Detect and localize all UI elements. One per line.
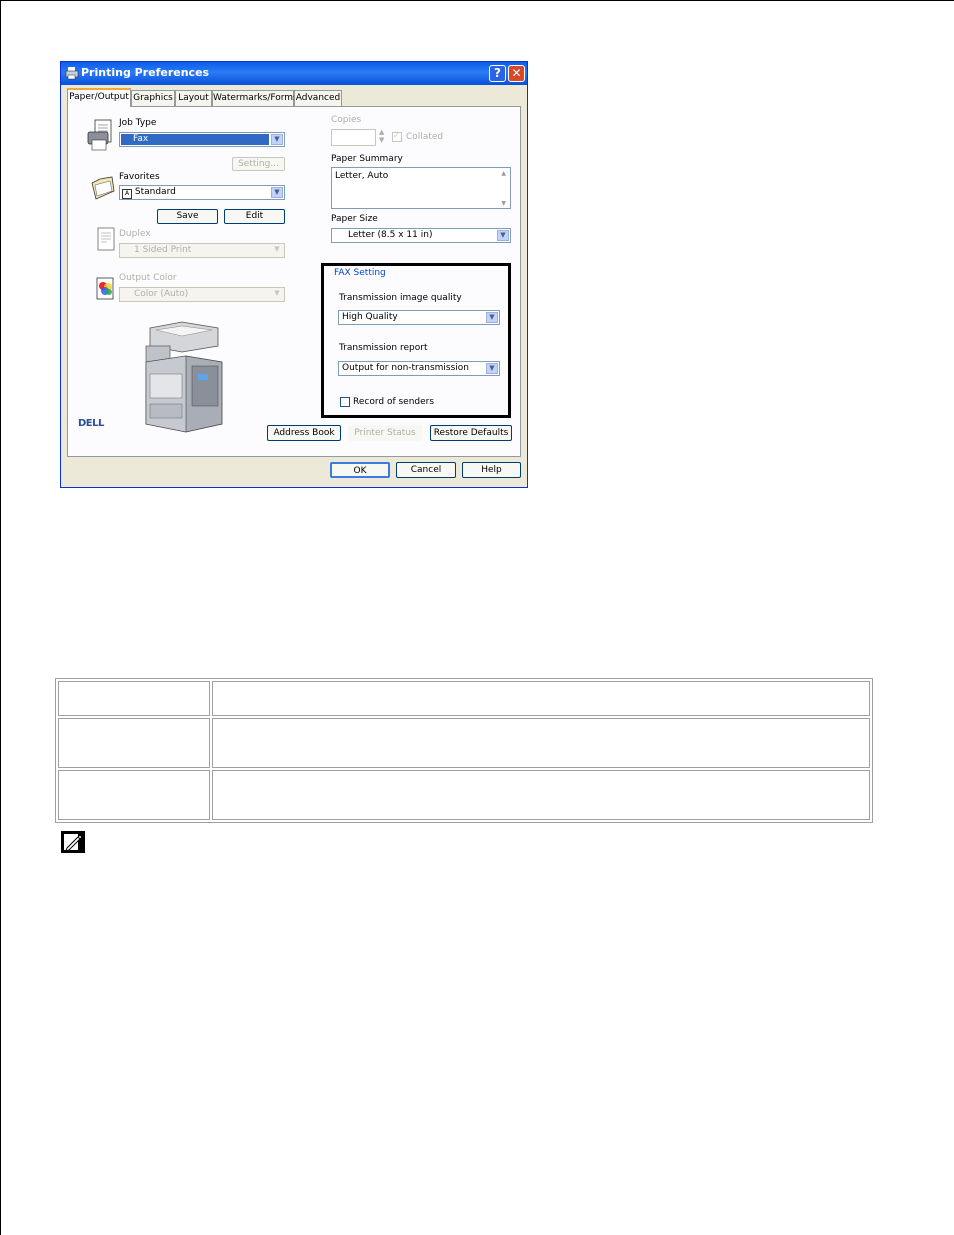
printer-icon (65, 67, 79, 80)
duplex-icon (97, 227, 115, 251)
help-button[interactable]: Help (462, 462, 521, 478)
question-icon: ? (494, 66, 501, 80)
chevron-down-icon: ▼ (486, 363, 498, 374)
scroll-down-icon[interactable]: ▼ (501, 200, 506, 207)
transmission-report-label: Transmission report (339, 343, 428, 353)
page-frame-top (0, 0, 954, 1)
address-book-button[interactable]: Address Book (267, 425, 341, 441)
tab-layout[interactable]: Layout (175, 90, 212, 106)
collated-checkbox[interactable]: ✓ (392, 131, 402, 142)
job-type-value: Fax (121, 134, 269, 145)
job-type-label: Job Type (119, 118, 157, 128)
printer-image (145, 321, 223, 433)
table-cell (58, 681, 210, 716)
tab-graphics[interactable]: Graphics (131, 90, 175, 106)
favorites-value: A Standard (122, 187, 176, 199)
paper-size-combo[interactable]: Letter (8.5 x 11 in) ▼ (331, 228, 511, 243)
window-title: Printing Preferences (81, 66, 210, 79)
note-pencil-icon (61, 831, 85, 853)
printer-status-button[interactable]: Printer Status (348, 425, 422, 441)
tab-watermarks-forms[interactable]: Watermarks/Forms (212, 90, 298, 106)
check-icon: ✓ (393, 131, 400, 140)
chevron-down-icon: ▼ (271, 289, 283, 300)
table-row (58, 681, 870, 716)
table-cell (212, 770, 870, 820)
standard-icon: A (122, 189, 132, 199)
paper-output-panel: Job Type Fax ▼ Setting... Favorites A St… (67, 106, 521, 457)
paper-size-value: Letter (8.5 x 11 in) (348, 230, 433, 240)
dell-logo: DELL (78, 418, 104, 429)
chevron-down-icon: ▼ (271, 134, 283, 145)
chevron-down-icon: ▼ (486, 312, 498, 323)
restore-defaults-button[interactable]: Restore Defaults (430, 425, 512, 441)
table-cell (212, 718, 870, 768)
ok-button[interactable]: OK (330, 462, 390, 478)
paper-summary-box[interactable]: Letter, Auto ▲ ▼ (331, 167, 511, 209)
chevron-down-icon: ▼ (271, 187, 283, 198)
transmission-report-value: Output for non-transmission (342, 363, 470, 373)
output-color-label: Output Color (119, 273, 177, 283)
color-icon (96, 277, 114, 300)
collated-label: Collated (406, 132, 444, 142)
close-icon: ✕ (511, 66, 522, 80)
close-title-button[interactable]: ✕ (508, 65, 525, 82)
duplex-value: 1 Sided Print (134, 245, 192, 255)
output-color-value: Color (Auto) (134, 289, 189, 299)
save-button[interactable]: Save (157, 209, 218, 224)
table-cell (58, 770, 210, 820)
scroll-up-icon[interactable]: ▲ (501, 170, 506, 177)
output-color-combo[interactable]: Color (Auto) ▼ (119, 287, 285, 302)
help-title-button[interactable]: ? (489, 65, 506, 82)
copies-input[interactable] (331, 129, 376, 146)
cancel-button[interactable]: Cancel (396, 462, 456, 478)
job-type-combo[interactable]: Fax ▼ (119, 132, 285, 147)
chevron-down-icon: ▼ (497, 230, 509, 241)
transmission-report-combo[interactable]: Output for non-transmission ▼ (338, 361, 500, 376)
copies-label: Copies (331, 115, 362, 125)
image-quality-value: High Quality (342, 312, 398, 322)
folder-icon (91, 176, 115, 200)
chevron-down-icon: ▼ (271, 245, 283, 256)
image-quality-label: Transmission image quality (339, 293, 462, 303)
job-type-icon (87, 119, 112, 151)
record-of-senders-checkbox[interactable] (340, 397, 350, 407)
edit-button[interactable]: Edit (224, 209, 285, 224)
favorites-label: Favorites (119, 172, 160, 182)
fax-setting-label: FAX Setting (334, 268, 386, 278)
table-cell (58, 718, 210, 768)
printing-preferences-dialog: Printing Preferences ? ✕ Paper/Output Gr… (60, 61, 528, 488)
paper-size-label: Paper Size (331, 214, 378, 224)
duplex-label: Duplex (119, 229, 151, 239)
paper-summary-value: Letter, Auto (335, 171, 389, 181)
page-frame-left (0, 0, 1, 1235)
table-cell (212, 681, 870, 716)
title-bar[interactable]: Printing Preferences ? ✕ (61, 62, 527, 85)
record-of-senders-label: Record of senders (353, 397, 435, 407)
favorites-combo[interactable]: A Standard ▼ (119, 185, 285, 200)
setting-button[interactable]: Setting... (232, 157, 285, 171)
copies-spin-icon[interactable]: ▲ ▼ (379, 128, 384, 144)
duplex-combo[interactable]: 1 Sided Print ▼ (119, 243, 285, 258)
tab-advanced[interactable]: Advanced (294, 90, 342, 106)
table-row (58, 770, 870, 820)
tab-paper-output[interactable]: Paper/Output (67, 88, 131, 107)
table-row (58, 718, 870, 768)
paper-summary-label: Paper Summary (331, 154, 403, 164)
fax-setting-highlight: FAX Setting Transmission image quality H… (321, 263, 511, 418)
image-quality-combo[interactable]: High Quality ▼ (338, 310, 500, 325)
settings-table (55, 678, 873, 823)
